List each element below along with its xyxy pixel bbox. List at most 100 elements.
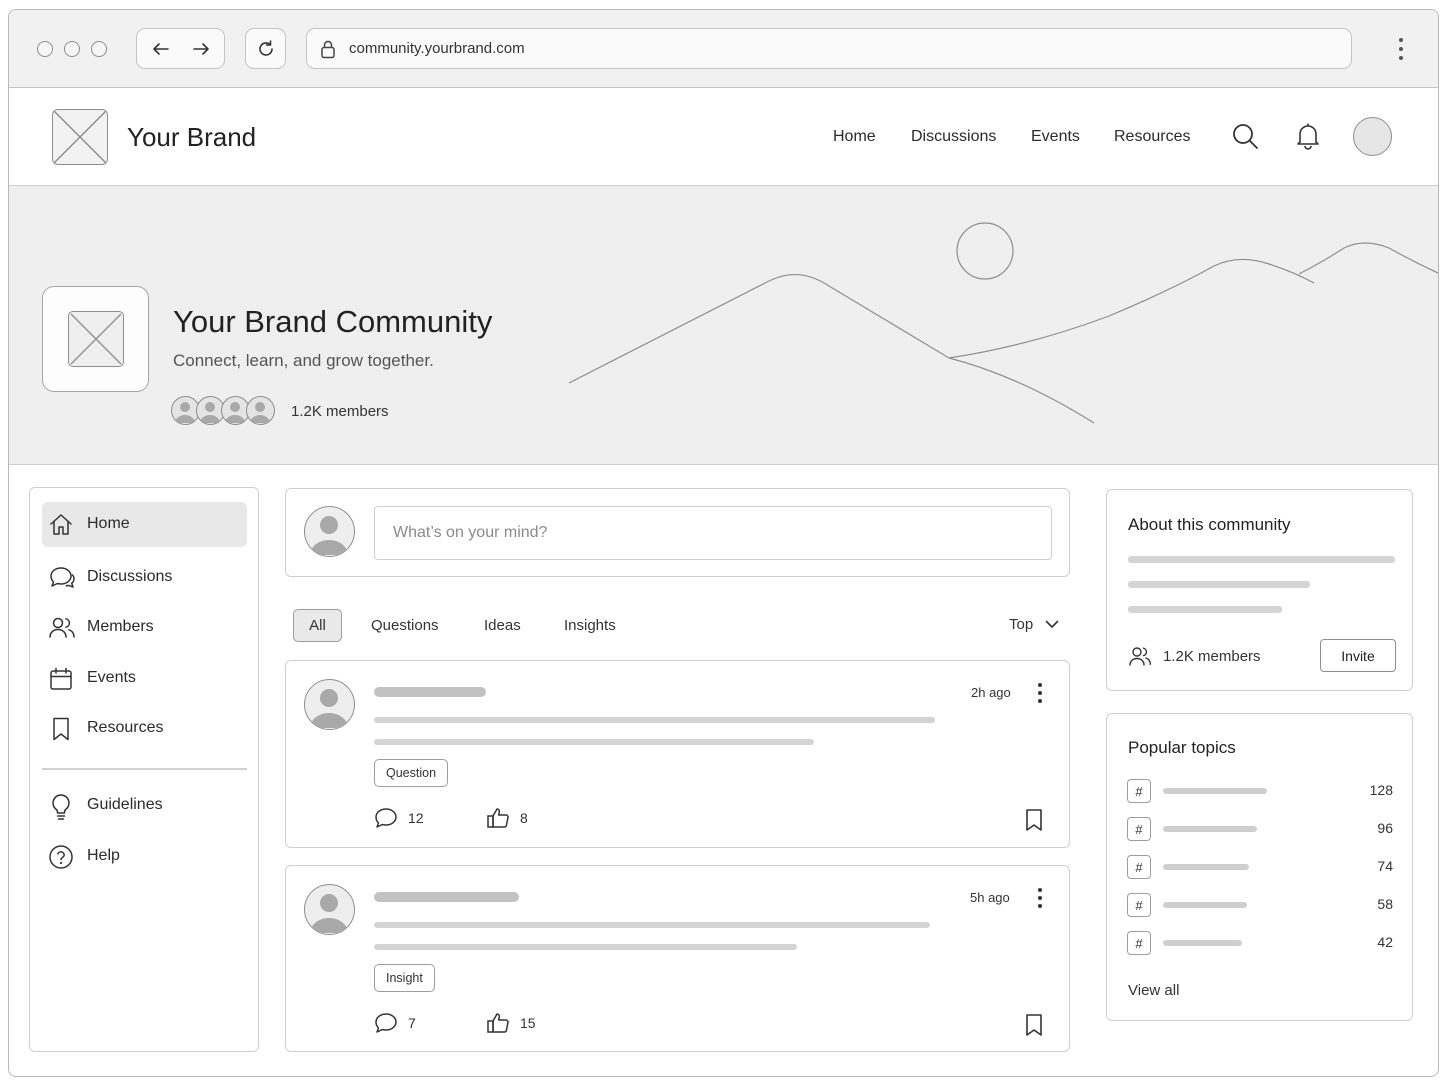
post-tag[interactable]: Insight: [374, 964, 435, 992]
hashtag-icon: #: [1127, 817, 1151, 841]
about-text-line: [1128, 581, 1310, 588]
about-text-line: [1128, 556, 1395, 563]
help-icon: [49, 845, 73, 869]
window-close-button[interactable]: [37, 41, 53, 57]
sidebar-item-resources[interactable]: Resources: [42, 706, 247, 751]
post-title-placeholder: [374, 892, 519, 902]
person-icon: [310, 689, 348, 728]
comment-button[interactable]: 7: [374, 1012, 416, 1034]
comment-icon: [375, 1013, 397, 1033]
tab-ideas[interactable]: Ideas: [484, 617, 521, 634]
sidebar-item-discussions[interactable]: Discussions: [42, 555, 247, 600]
lightbulb-icon: [52, 794, 70, 820]
sidebar-item-members[interactable]: Members: [42, 605, 247, 650]
tab-questions[interactable]: Questions: [371, 617, 439, 634]
sort-dropdown[interactable]: Top: [1009, 616, 1059, 633]
sidebar-item-events[interactable]: Events: [42, 656, 247, 701]
search-button[interactable]: [1231, 122, 1259, 155]
about-title: About this community: [1128, 515, 1291, 534]
comment-icon: [375, 808, 397, 828]
more-vertical-icon: [1399, 38, 1403, 60]
topic-item[interactable]: # 42: [1127, 931, 1393, 955]
community-logo-image: [68, 311, 124, 367]
topic-count: 74: [1377, 858, 1393, 874]
post-author-avatar[interactable]: [304, 679, 355, 730]
sidebar-item-label: Resources: [87, 719, 164, 736]
view-all-topics-link[interactable]: View all: [1128, 982, 1179, 999]
like-button[interactable]: 15: [486, 1012, 536, 1034]
invite-button[interactable]: Invite: [1320, 639, 1396, 672]
lock-icon: [321, 40, 335, 58]
nav-home[interactable]: Home: [833, 128, 876, 146]
community-logo: [42, 286, 149, 392]
post-card[interactable]: 2h ago Question 12 8: [285, 660, 1070, 848]
topic-item[interactable]: # 96: [1127, 817, 1393, 841]
sidebar-item-help[interactable]: Help: [42, 834, 247, 879]
post-timestamp: 5h ago: [970, 890, 1010, 905]
nav-resources[interactable]: Resources: [1114, 128, 1190, 146]
topic-count: 96: [1377, 820, 1393, 836]
image-placeholder-icon: [70, 313, 121, 364]
back-button[interactable]: [152, 41, 170, 57]
nav-discussions[interactable]: Discussions: [911, 128, 996, 146]
notifications-button[interactable]: [1296, 122, 1320, 155]
person-icon: [310, 516, 348, 555]
discussions-icon: [50, 567, 75, 588]
reload-icon: [258, 39, 273, 56]
save-post-button[interactable]: [1024, 1013, 1044, 1042]
about-member-count: 1.2K members: [1163, 648, 1261, 665]
forward-button[interactable]: [192, 41, 210, 57]
user-avatar[interactable]: [1353, 117, 1392, 156]
post-input[interactable]: [374, 506, 1052, 560]
window-maximize-button[interactable]: [91, 41, 107, 57]
browser-toolbar: community.yourbrand.com: [9, 10, 1438, 88]
reload-button[interactable]: [245, 28, 286, 69]
topic-item[interactable]: # 128: [1127, 779, 1393, 803]
post-menu-button[interactable]: [1036, 887, 1044, 914]
post-tag[interactable]: Question: [374, 759, 449, 787]
save-post-button[interactable]: [1024, 808, 1044, 837]
post-author-avatar[interactable]: [304, 884, 355, 935]
member-avatar-stack[interactable]: [171, 396, 281, 425]
popular-topics-card: Popular topics # 128 # 96 # 74 # 58 # 42…: [1106, 713, 1413, 1021]
sidebar-item-label: Members: [87, 618, 154, 635]
image-placeholder-icon: [53, 110, 106, 163]
brand-name[interactable]: Your Brand: [127, 122, 256, 153]
like-count: 8: [520, 810, 528, 826]
window-minimize-button[interactable]: [64, 41, 80, 57]
post-card[interactable]: 5h ago Insight 7 15: [285, 865, 1070, 1052]
sidebar-nav: Home Discussions Members Events Resource…: [29, 487, 259, 1052]
calendar-icon: [50, 667, 72, 690]
sidebar-item-guidelines[interactable]: Guidelines: [42, 783, 247, 828]
home-icon: [50, 514, 72, 535]
person-icon: [200, 402, 220, 423]
more-vertical-icon: [1038, 683, 1042, 703]
topic-item[interactable]: # 58: [1127, 893, 1393, 917]
url-text: community.yourbrand.com: [349, 40, 525, 57]
search-icon: [1233, 124, 1258, 149]
sidebar-item-label: Home: [87, 515, 130, 532]
topic-name-placeholder: [1163, 788, 1267, 794]
topic-count: 42: [1377, 934, 1393, 950]
community-title: Your Brand Community: [173, 304, 493, 339]
sidebar-item-home[interactable]: Home: [42, 502, 247, 547]
post-body-line: [374, 739, 814, 745]
comment-count: 7: [408, 1015, 416, 1031]
nav-events[interactable]: Events: [1031, 128, 1080, 146]
tab-insights[interactable]: Insights: [564, 617, 616, 634]
brand-logo[interactable]: [52, 109, 108, 165]
like-count: 15: [520, 1015, 536, 1031]
member-count[interactable]: 1.2K members: [291, 403, 389, 420]
address-bar[interactable]: community.yourbrand.com: [306, 28, 1352, 69]
post-timestamp: 2h ago: [971, 685, 1011, 700]
like-button[interactable]: 8: [486, 807, 528, 829]
post-menu-button[interactable]: [1036, 682, 1044, 709]
post-composer: [285, 488, 1070, 577]
person-icon: [225, 402, 245, 423]
comment-button[interactable]: 12: [374, 807, 424, 829]
site-header: Your Brand Home Discussions Events Resou…: [9, 88, 1438, 186]
browser-menu-button[interactable]: [1397, 36, 1405, 67]
tab-all[interactable]: All: [293, 609, 342, 642]
topic-item[interactable]: # 74: [1127, 855, 1393, 879]
sidebar-item-label: Discussions: [87, 568, 173, 585]
